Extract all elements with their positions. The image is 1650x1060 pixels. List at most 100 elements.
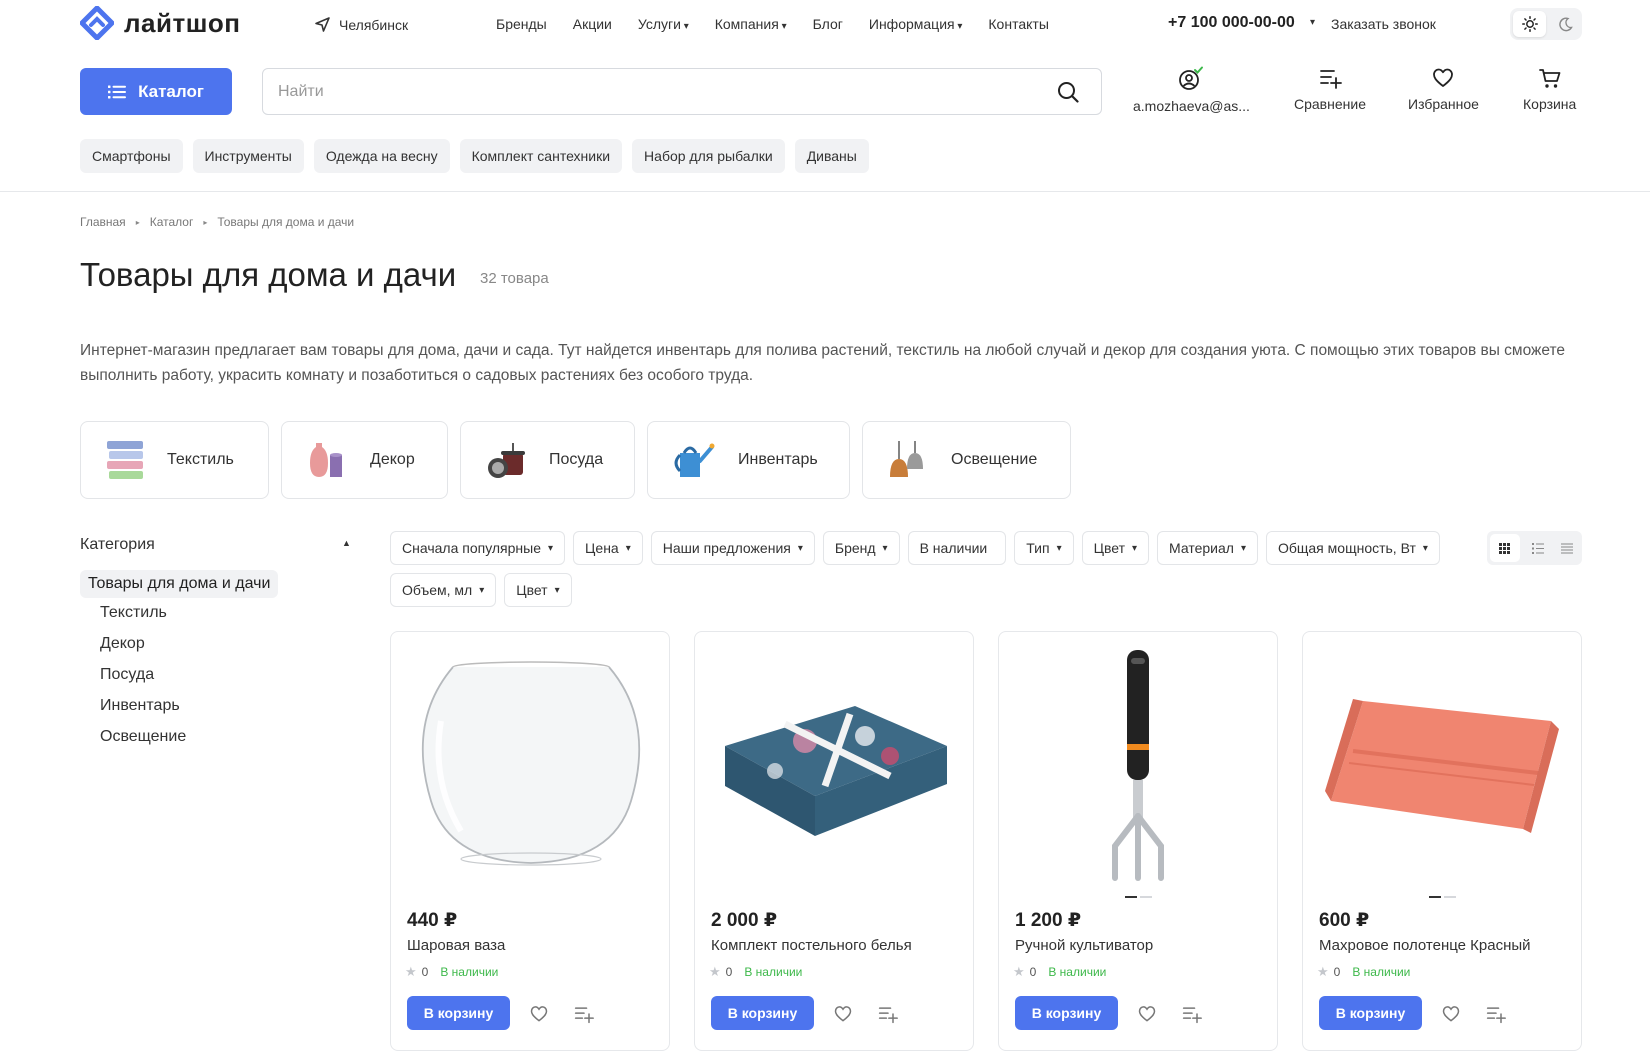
filter-price[interactable]: Цена <box>573 531 643 565</box>
add-to-cart-button[interactable]: В корзину <box>711 996 814 1030</box>
pendant-lamps-icon <box>890 441 923 477</box>
account-link[interactable]: a.mozhaeva@as... <box>1133 66 1250 114</box>
add-to-cart-button[interactable]: В корзину <box>407 996 510 1030</box>
logo-text: лайтшоп <box>124 7 241 38</box>
product-card[interactable]: 440 ₽ Шаровая ваза ★ 0 В наличии В корзи… <box>390 631 670 1051</box>
product-image[interactable] <box>1013 646 1265 886</box>
favorite-heart-icon[interactable] <box>1137 1004 1157 1024</box>
sidebar-title[interactable]: Категория <box>80 536 155 554</box>
product-card[interactable]: 1 200 ₽ Ручной культиватор ★ 0 В наличии… <box>998 631 1278 1051</box>
filter-color-2[interactable]: Цвет <box>504 573 572 607</box>
search-icon[interactable] <box>1057 81 1079 103</box>
filter-brand[interactable]: Бренд <box>822 531 900 565</box>
gallery-dots[interactable] <box>1303 896 1581 898</box>
filter-bar: Сначала популярные Цена Наши предложения… <box>390 531 1475 607</box>
nav-information[interactable]: Информация <box>869 16 963 32</box>
phone-number[interactable]: +7 100 000-00-00 <box>1168 14 1295 32</box>
catalog-button-label: Каталог <box>138 81 204 101</box>
quick-tag[interactable]: Одежда на весну <box>313 139 450 173</box>
tile-textile[interactable]: Текстиль <box>80 421 269 499</box>
favorites-link[interactable]: Избранное <box>1408 66 1479 112</box>
favorite-heart-icon[interactable] <box>833 1004 853 1024</box>
filter-in-stock[interactable]: В наличии <box>907 531 1007 565</box>
tile-label: Освещение <box>951 451 1038 468</box>
favorite-heart-icon[interactable] <box>1441 1004 1461 1024</box>
product-price: 2 000 ₽ <box>711 910 778 931</box>
compare-add-icon[interactable] <box>877 1004 899 1024</box>
breadcrumb-separator-icon: ▸ <box>203 217 208 227</box>
subcategory-tiles: Текстиль Декор Посуда Инвентарь Освещени… <box>80 421 1071 499</box>
filter-offers[interactable]: Наши предложения <box>650 531 815 565</box>
tile-decor[interactable]: Декор <box>281 421 448 499</box>
nav-contacts[interactable]: Контакты <box>988 16 1048 32</box>
quick-tag[interactable]: Набор для рыбалки <box>632 139 785 173</box>
table-view-button[interactable] <box>1552 531 1582 565</box>
quick-tag[interactable]: Диваны <box>794 139 869 173</box>
nav-services[interactable]: Услуги <box>638 16 689 32</box>
product-card[interactable]: 2 000 ₽ Комплект постельного белья ★ 0 В… <box>694 631 974 1051</box>
product-image[interactable] <box>1317 646 1569 886</box>
breadcrumb-catalog[interactable]: Каталог <box>150 215 194 229</box>
compare-add-icon[interactable] <box>1485 1004 1507 1024</box>
filter-volume[interactable]: Объем, мл <box>390 573 497 607</box>
product-name[interactable]: Комплект постельного белья <box>711 937 912 954</box>
product-name[interactable]: Шаровая ваза <box>407 937 505 954</box>
callback-link[interactable]: Заказать звонок <box>1331 16 1436 32</box>
product-image[interactable] <box>709 646 961 886</box>
product-name[interactable]: Махровое полотенце Красный <box>1319 937 1531 954</box>
add-to-cart-button[interactable]: В корзину <box>1319 996 1422 1030</box>
quick-tag[interactable]: Инструменты <box>192 139 304 173</box>
collapse-caret-icon[interactable]: ▲ <box>342 538 351 548</box>
tile-lighting[interactable]: Освещение <box>862 421 1071 499</box>
nav-promotions[interactable]: Акции <box>573 16 612 32</box>
grid-view-button[interactable] <box>1490 534 1520 562</box>
towels-icon <box>107 441 143 479</box>
sidebar-item-dishes[interactable]: Посуда <box>100 666 186 687</box>
filter-color[interactable]: Цвет <box>1081 531 1150 565</box>
product-rating: 0 <box>1333 965 1341 979</box>
sidebar-item-textile[interactable]: Текстиль <box>100 604 186 625</box>
sort-dropdown[interactable]: Сначала популярные <box>390 531 566 565</box>
product-meta: ★ 0 В наличии <box>1013 964 1106 980</box>
tile-dishes[interactable]: Посуда <box>460 421 635 499</box>
compare-add-icon[interactable] <box>1181 1004 1203 1024</box>
list-view-button[interactable] <box>1523 531 1553 565</box>
search-input[interactable] <box>263 69 1023 114</box>
breadcrumb-home[interactable]: Главная <box>80 215 126 229</box>
location-arrow-icon <box>315 17 330 32</box>
catalog-button[interactable]: Каталог <box>80 68 232 115</box>
phone-dropdown-icon[interactable]: ▾ <box>1310 17 1315 28</box>
sidebar-item-inventory[interactable]: Инвентарь <box>100 697 186 718</box>
city-selector[interactable]: Челябинск <box>314 16 408 33</box>
nav-company[interactable]: Компания <box>715 16 787 32</box>
product-card[interactable]: 600 ₽ Махровое полотенце Красный ★ 0 В н… <box>1302 631 1582 1051</box>
light-theme-button[interactable] <box>1513 11 1546 37</box>
product-name[interactable]: Ручной культиватор <box>1015 937 1153 954</box>
breadcrumb-current: Товары для дома и дачи <box>217 215 355 229</box>
cart-link[interactable]: Корзина <box>1523 66 1576 112</box>
filter-material[interactable]: Материал <box>1157 531 1258 565</box>
nav-blog[interactable]: Блог <box>813 16 843 32</box>
compare-icon <box>1320 70 1342 89</box>
dark-theme-button[interactable] <box>1549 8 1582 40</box>
logo[interactable]: лайтшоп <box>80 6 240 40</box>
nav-brands[interactable]: Бренды <box>496 16 547 32</box>
sidebar-item-decor[interactable]: Декор <box>100 635 186 656</box>
tile-inventory[interactable]: Инвентарь <box>647 421 850 499</box>
add-to-cart-button[interactable]: В корзину <box>1015 996 1118 1030</box>
sidebar-item-lighting[interactable]: Освещение <box>100 728 186 749</box>
filter-type[interactable]: Тип <box>1014 531 1074 565</box>
quick-tag[interactable]: Комплект сантехники <box>459 139 623 173</box>
quick-tag[interactable]: Смартфоны <box>80 139 183 173</box>
theme-toggle[interactable] <box>1510 8 1582 40</box>
gallery-dots[interactable] <box>999 896 1277 898</box>
product-meta: ★ 0 В наличии <box>709 964 802 980</box>
sidebar-item-active[interactable]: Товары для дома и дачи <box>80 570 279 598</box>
hand-cultivator-image <box>1112 650 1164 881</box>
compare-add-icon[interactable] <box>573 1004 595 1024</box>
favorite-heart-icon[interactable] <box>529 1004 549 1024</box>
favorites-label: Избранное <box>1408 96 1479 112</box>
compare-link[interactable]: Сравнение <box>1294 66 1366 112</box>
product-image[interactable] <box>405 646 657 886</box>
filter-power[interactable]: Общая мощность, Вт <box>1265 531 1440 565</box>
